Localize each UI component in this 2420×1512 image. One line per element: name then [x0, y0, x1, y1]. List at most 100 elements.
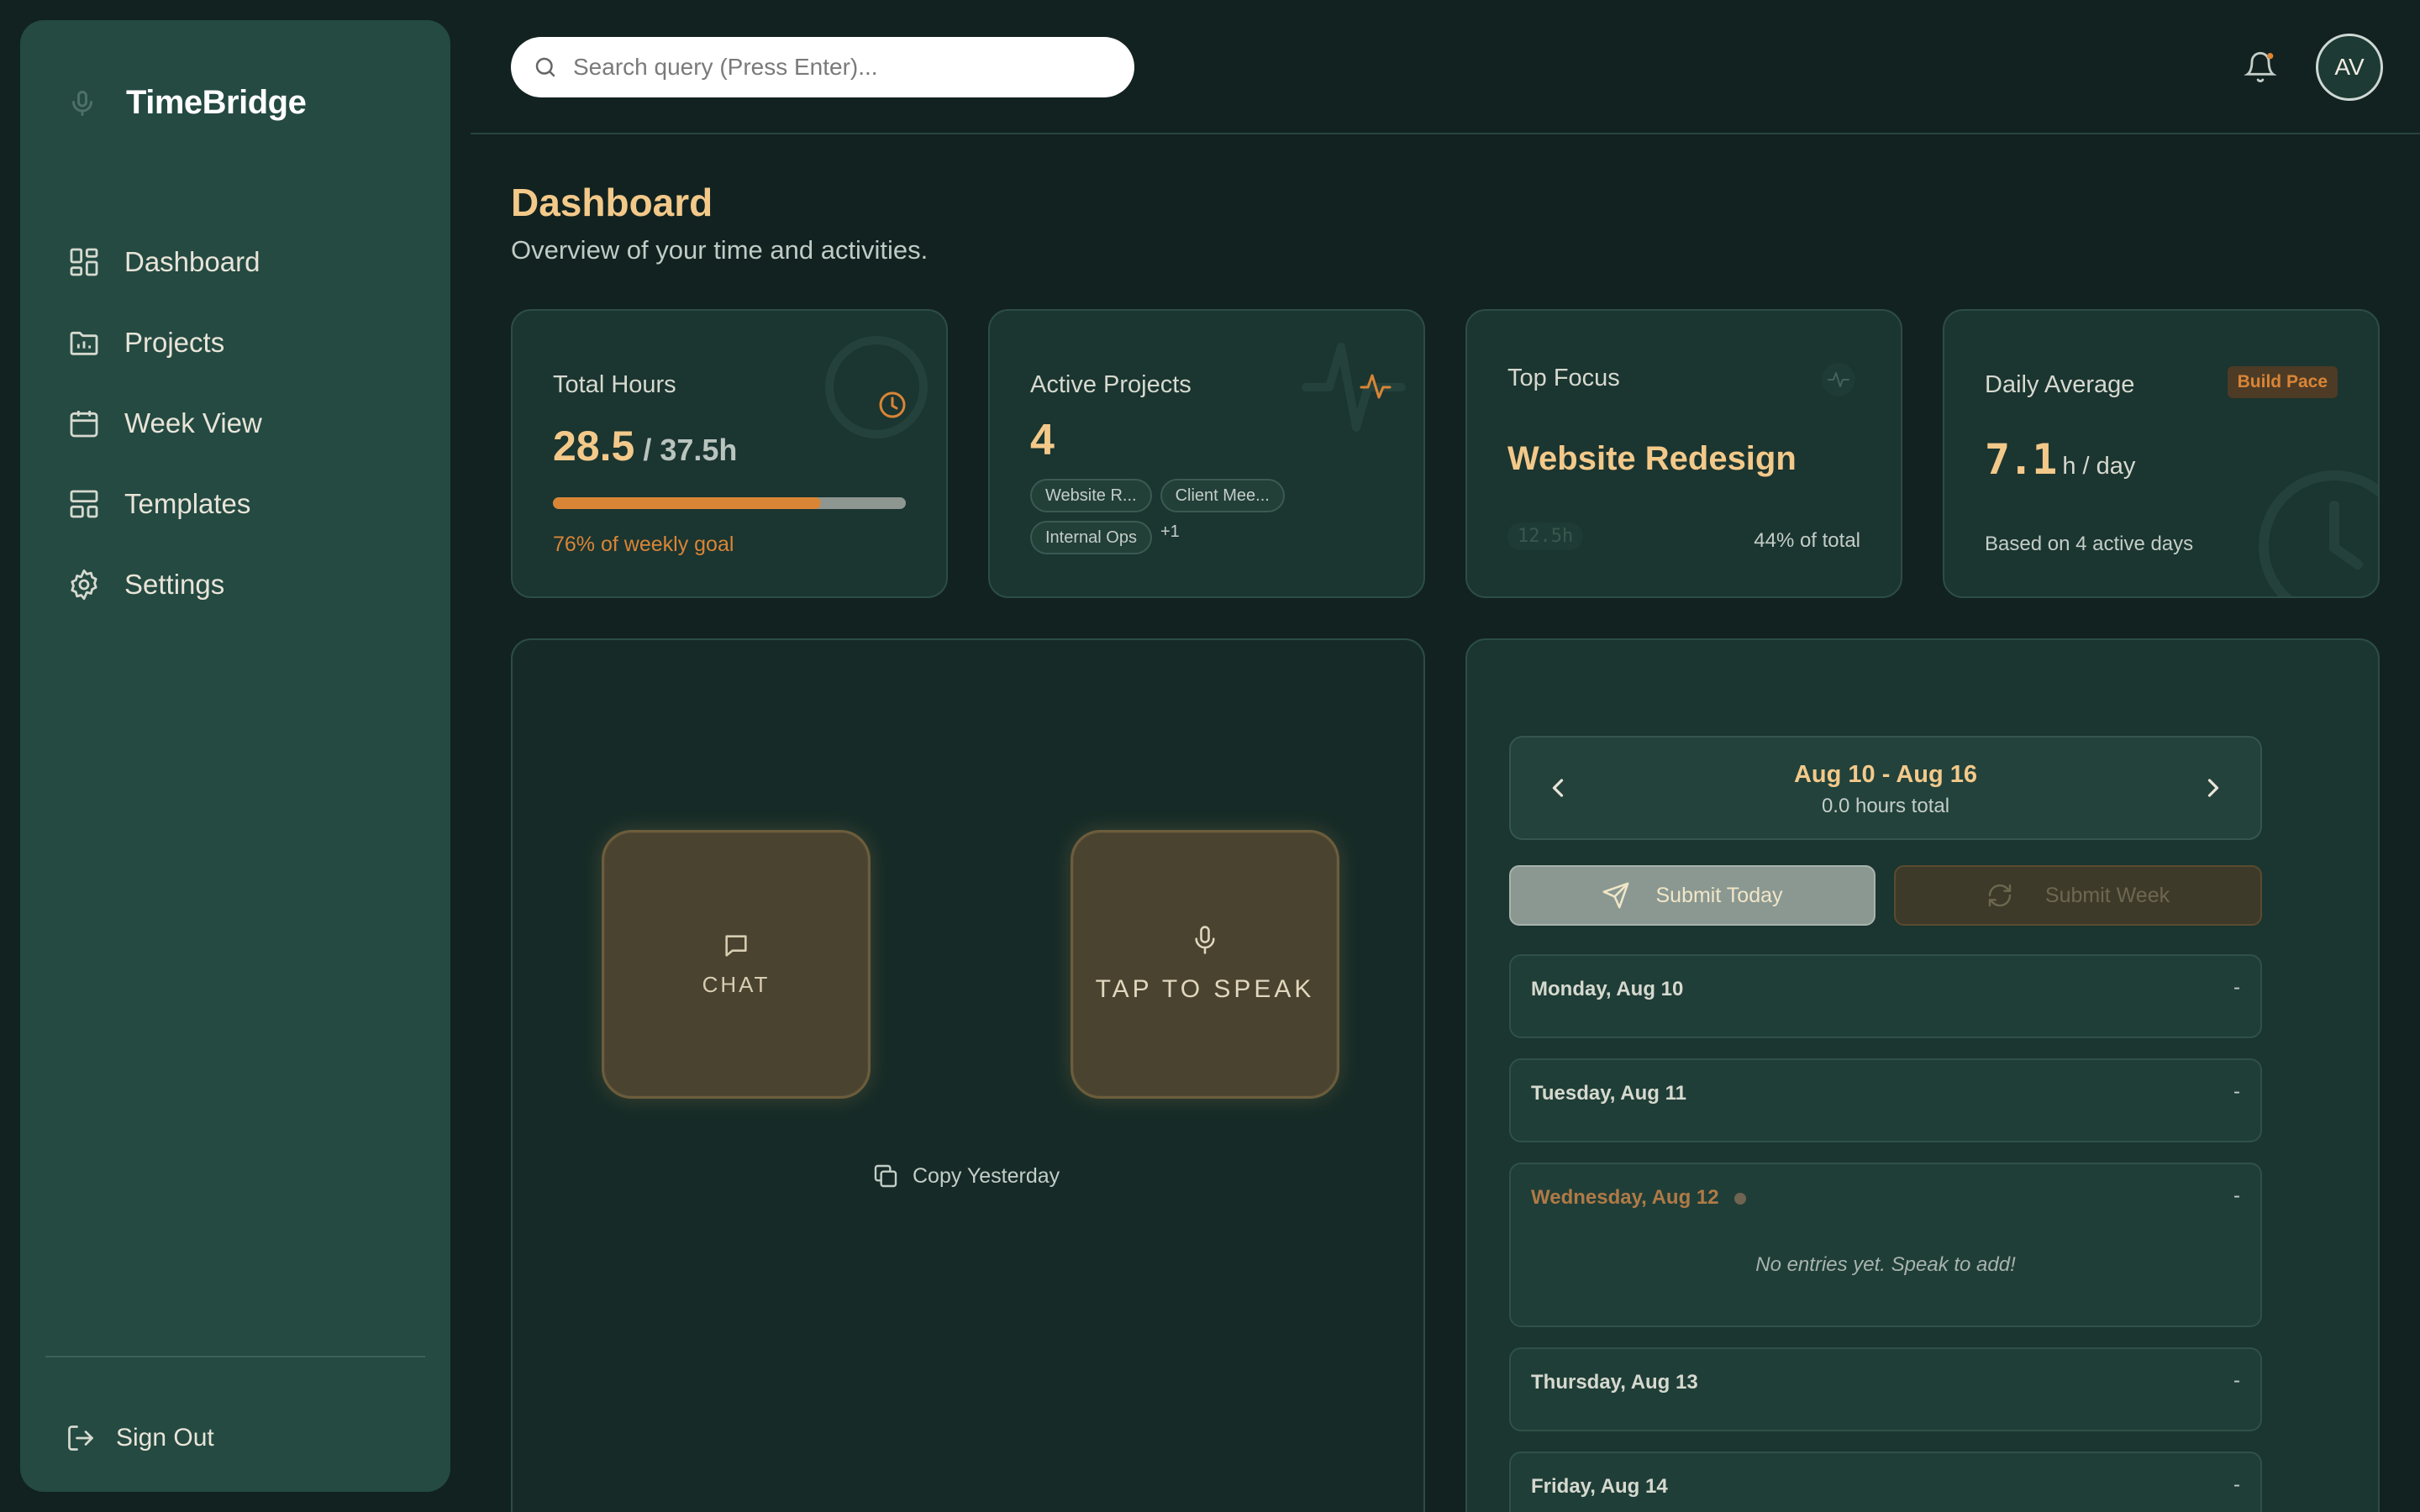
calendar-icon	[70, 411, 98, 438]
quick-entry-panel: CHAT TAP TO SPEAK Copy Yesterday	[511, 638, 1425, 1512]
project-chip[interactable]: Internal Ops	[1030, 521, 1152, 554]
submit-week-label: Submit Week	[2044, 883, 2170, 907]
week-range: Aug 10 - Aug 16	[1793, 761, 1978, 788]
chevron-right-icon[interactable]	[2198, 773, 2228, 803]
total-hours-value: 28.5 / 37.5h	[553, 422, 737, 470]
sidebar: TimeBridge Dashboard Projects Week View …	[20, 20, 450, 1492]
daily-average-card: Daily Average Build Pace 7.1 h / day Bas…	[1943, 309, 2380, 598]
dashboard-icon	[70, 248, 98, 276]
weekly-goal-text: 76% of weekly goal	[553, 533, 734, 556]
sidebar-item-projects[interactable]: Projects	[67, 302, 420, 383]
day-row-tuesday[interactable]: Tuesday, Aug 11 -	[1509, 1058, 2262, 1142]
sidebar-divider	[45, 1356, 425, 1357]
daily-average-value: 7.1 h / day	[1985, 435, 2135, 484]
active-projects-label: Active Projects	[1030, 371, 1192, 398]
day-hours: -	[2233, 1369, 2240, 1392]
search-icon	[535, 57, 555, 77]
day-row-wednesday[interactable]: Wednesday, Aug 12 - No entries yet. Spea…	[1509, 1163, 2262, 1327]
sidebar-item-label: Projects	[124, 327, 225, 358]
sign-out-icon	[68, 1425, 93, 1451]
gear-icon	[71, 569, 97, 601]
page-title: Dashboard	[511, 181, 713, 224]
day-name-today: Wednesday, Aug 12	[1531, 1186, 1746, 1210]
day-hours: -	[2233, 1184, 2240, 1207]
microphone-icon	[1195, 926, 1215, 954]
submit-week-button[interactable]: Submit Week	[1894, 865, 2262, 926]
active-projects-count: 4	[1030, 416, 1055, 465]
sidebar-item-dashboard[interactable]: Dashboard	[67, 222, 420, 302]
tap-to-speak-button[interactable]: TAP TO SPEAK	[1071, 830, 1339, 1099]
search-box[interactable]	[511, 37, 1134, 97]
avatar[interactable]: AV	[2316, 34, 2383, 101]
more-projects-count[interactable]: +1	[1160, 522, 1180, 542]
sidebar-nav: Dashboard Projects Week View Templates S…	[67, 222, 420, 625]
microphone-logo-icon	[72, 90, 92, 116]
send-icon	[1603, 882, 1629, 909]
week-panel: Aug 10 - Aug 16 0.0 hours total Submit T…	[1465, 638, 2380, 1512]
refresh-icon	[1988, 884, 2012, 907]
daily-average-number: 7.1	[1985, 435, 2057, 484]
sidebar-item-week-view[interactable]: Week View	[67, 383, 420, 464]
daily-average-note: Based on 4 active days	[1985, 533, 2194, 555]
sidebar-item-templates[interactable]: Templates	[67, 464, 420, 544]
project-chip[interactable]: Client Mee...	[1160, 479, 1285, 512]
chat-button[interactable]: CHAT	[602, 830, 871, 1099]
copy-icon	[874, 1164, 897, 1188]
sign-out-label: Sign Out	[116, 1424, 214, 1452]
clock-watermark-icon	[2259, 470, 2378, 596]
week-navigator: Aug 10 - Aug 16 0.0 hours total	[1509, 736, 2262, 840]
clock-icon	[825, 336, 928, 438]
day-hours: -	[2233, 976, 2240, 999]
total-hours-label: Total Hours	[553, 371, 676, 398]
daily-average-unit: h / day	[2055, 453, 2136, 480]
day-name: Friday, Aug 14	[1531, 1475, 1668, 1498]
activity-icon	[1822, 363, 1855, 396]
templates-icon	[70, 490, 98, 518]
day-hours: -	[2233, 1473, 2240, 1496]
sidebar-item-label: Templates	[124, 488, 251, 519]
notification-bell-icon[interactable]	[2244, 50, 2277, 84]
sidebar-item-label: Settings	[124, 569, 225, 600]
copy-yesterday-label: Copy Yesterday	[913, 1163, 1060, 1188]
project-chip[interactable]: Website R...	[1030, 479, 1152, 512]
brand[interactable]: TimeBridge	[67, 84, 307, 122]
project-chips: Website R... Client Mee...Internal Ops +1	[1030, 479, 1366, 563]
search-input[interactable]	[573, 54, 1111, 81]
total-hours-card: Total Hours 28.5 / 37.5h 76% of weekly g…	[511, 309, 948, 598]
top-bar: AV	[471, 0, 2420, 134]
submit-today-button[interactable]: Submit Today	[1509, 865, 1876, 926]
top-focus-project: Website Redesign	[1507, 440, 1797, 477]
weekly-goal-progress	[553, 497, 906, 509]
progress-fill	[553, 497, 822, 509]
build-pace-badge: Build Pace	[2227, 366, 2338, 398]
day-row-friday[interactable]: Friday, Aug 14 -	[1509, 1452, 2262, 1512]
total-hours-number: 28.5	[553, 423, 635, 470]
day-name: Thursday, Aug 13	[1531, 1371, 1698, 1394]
today-indicator	[1733, 1192, 1746, 1205]
brand-name: TimeBridge	[126, 84, 307, 121]
active-projects-card: Active Projects 4 Website R... Client Mee…	[988, 309, 1425, 598]
copy-yesterday-button[interactable]: Copy Yesterday	[872, 1163, 1060, 1189]
top-focus-share: 44% of total	[1754, 529, 1860, 552]
empty-entries-message: No entries yet. Speak to add!	[1755, 1253, 2016, 1276]
day-name: Tuesday, Aug 11	[1531, 1082, 1686, 1105]
chat-bubble-icon	[725, 934, 747, 957]
page-subtitle: Overview of your time and activities.	[511, 235, 929, 265]
day-row-monday[interactable]: Monday, Aug 10 -	[1509, 954, 2262, 1038]
submit-today-label: Submit Today	[1655, 883, 1783, 907]
chat-label: CHAT	[702, 971, 771, 997]
top-focus-card: Top Focus Website Redesign 12.5h 44% of …	[1465, 309, 1902, 598]
day-hours: -	[2233, 1080, 2240, 1103]
day-row-thursday[interactable]: Thursday, Aug 13 -	[1509, 1347, 2262, 1431]
day-name: Monday, Aug 10	[1531, 978, 1684, 1000]
top-focus-label: Top Focus	[1507, 365, 1620, 391]
day-name-text: Wednesday, Aug 12	[1531, 1186, 1719, 1209]
sidebar-item-label: Dashboard	[124, 246, 260, 277]
projects-icon	[70, 331, 98, 355]
week-total: 0.0 hours total	[1821, 795, 1950, 817]
top-focus-hours: 12.5h	[1507, 522, 1584, 550]
sign-out-button[interactable]: Sign Out	[66, 1423, 214, 1453]
app-root: TimeBridge Dashboard Projects Week View …	[0, 0, 2420, 1512]
sidebar-item-settings[interactable]: Settings	[67, 544, 420, 625]
sidebar-item-label: Week View	[124, 407, 262, 438]
